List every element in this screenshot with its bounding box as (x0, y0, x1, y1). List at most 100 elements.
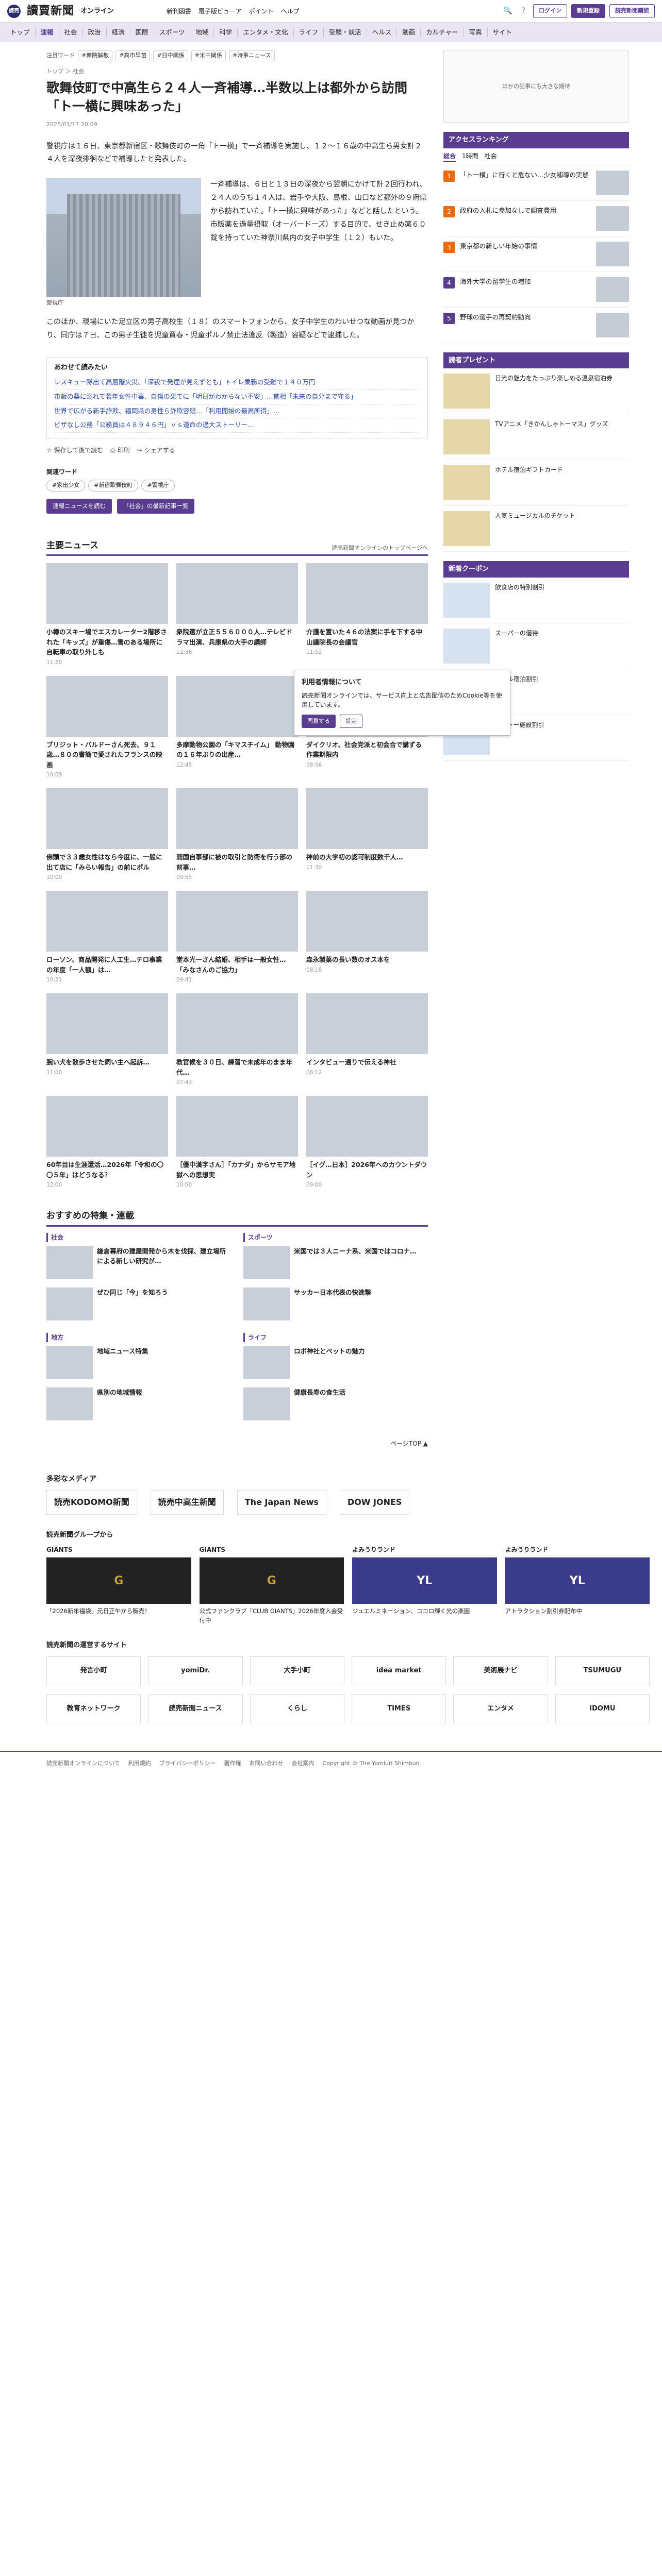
special-card[interactable]: ロボ神社とペットの魅力 (243, 1346, 428, 1382)
site-logo[interactable]: 讀賣新聞 (27, 3, 74, 20)
header-link[interactable]: ポイント (249, 7, 274, 16)
special-card[interactable]: 米国では３人ニーナ系、米国ではコロナ… (243, 1246, 428, 1282)
footer-link[interactable]: 著作権 (224, 1759, 241, 1768)
media-logo[interactable]: 読売中高生新聞 (150, 1489, 224, 1515)
group-card[interactable]: GIANTS G 「2026新年福袋」元日正午から販売！ (46, 1545, 191, 1625)
share-button[interactable]: ↪ シェアする (137, 446, 175, 455)
media-logo[interactable]: The Japan News (237, 1489, 326, 1515)
ranking-tab[interactable]: 社会 (485, 151, 497, 162)
coupon-item[interactable]: スーパーの優待 (443, 623, 629, 669)
logo-mark[interactable]: 読売 (7, 4, 21, 18)
site-card[interactable]: yomiDr. (148, 1656, 243, 1687)
gift-item[interactable]: 日光の魅力をたっぷり楽しめる温泉宿泊券 (443, 368, 629, 414)
related-link[interactable]: レスキュー隊出て高層階火災、「深夜で発煙が見えずとも」トイレ乗務の受難で１４０万… (54, 376, 420, 390)
footer-link[interactable]: プライバシーポリシー (159, 1759, 216, 1768)
nav-item[interactable]: 地域 (190, 27, 214, 38)
nav-item[interactable]: スポーツ (154, 27, 191, 38)
special-col-head[interactable]: スポーツ (243, 1232, 428, 1242)
help-icon[interactable]: ? (518, 6, 529, 17)
main-news-link[interactable]: 読売新聞オンラインのトップページへ (332, 544, 428, 553)
site-card[interactable]: TIMES (351, 1694, 446, 1725)
special-col-head[interactable]: ライフ (243, 1332, 428, 1342)
news-card[interactable]: 腕い犬を散歩させた飼い主へ起訴… 11:00 (46, 993, 168, 1087)
related-link[interactable]: ビザなし公務「公務員は４８９４６円」ｖｓ運命の過大ストーリー… (54, 418, 420, 433)
nav-item[interactable]: ヘルス (367, 27, 398, 38)
news-card[interactable]: 60年目は生涯還活…2026年「令和の〇〇５年」はどうなる？ 12:00 (46, 1096, 168, 1189)
media-logo[interactable]: DOW JONES (339, 1489, 410, 1515)
gift-item[interactable]: TVアニメ「きかんしゃトーマス」グッズ (443, 414, 629, 460)
ranking-item[interactable]: 3 東京都の新しい年始の事情 (443, 236, 629, 272)
nav-item[interactable]: 受験・就活 (324, 27, 367, 38)
site-card[interactable]: 教育ネットワーク (46, 1694, 141, 1725)
page-top-link[interactable]: ページTOP ▲ (46, 1439, 428, 1448)
group-card[interactable]: よみうりランド YL ジュエルミネーション、ココロ輝く光の楽園 (352, 1545, 497, 1625)
news-card[interactable]: ローソン、商品開発に人工生…テロ事業の年度「一人額」は… 10:21 (46, 891, 168, 984)
header-link[interactable]: 電子版ビューア (198, 7, 242, 16)
site-card[interactable]: エンタメ (453, 1694, 548, 1725)
special-col-head[interactable]: 地方 (46, 1332, 231, 1342)
news-card[interactable]: ［イグ…日本］2026年へのカウントダウン 09:00 (306, 1096, 428, 1189)
news-card[interactable]: 森永製菓の長い数のオス本を 08:18 (306, 891, 428, 984)
nav-item[interactable]: 動画 (397, 27, 421, 38)
ranking-item[interactable]: 5 野球の選手の再契約動向 (443, 308, 629, 343)
news-card[interactable]: ブリジット・バルドーさん死去、９１歳…８０の書簡で愛されたフランスの映画 10:0… (46, 675, 168, 779)
nav-item[interactable]: サイト (488, 28, 518, 38)
site-card[interactable]: TSUMUGU (555, 1656, 650, 1687)
nav-item[interactable]: 政治 (83, 27, 107, 38)
special-card[interactable]: 県別の地域情報 (46, 1387, 231, 1423)
cookie-accept-button[interactable]: 同意する (302, 714, 336, 728)
site-card[interactable]: くらし (250, 1694, 344, 1725)
nav-item[interactable]: ライフ (294, 27, 324, 38)
sidebar-ad[interactable]: ほかの記事にも大きな期待 (443, 50, 629, 123)
nav-item[interactable]: エンタメ・文化 (238, 27, 294, 38)
related-tag[interactable]: #警視庁 (141, 480, 175, 492)
footer-link[interactable]: 利用規約 (128, 1759, 151, 1768)
news-card[interactable]: 多摩動物公園の「キマスチイム」 動物園の１６年ぶりの出産… 12:45 (176, 675, 298, 779)
breaking-news-button[interactable]: 速報ニュースを読む (46, 498, 112, 514)
subscribe-button[interactable]: 読売新聞購読 (609, 4, 655, 18)
nav-item[interactable]: 経済 (107, 27, 130, 38)
nav-item[interactable]: 国際 (130, 27, 154, 38)
special-col-head[interactable]: 社会 (46, 1232, 231, 1242)
nav-item[interactable]: 科学 (214, 27, 238, 38)
footer-link[interactable]: 読売新聞オンラインについて (46, 1759, 120, 1768)
special-card[interactable]: ぜひ同じ「今」を知ろう (46, 1287, 231, 1324)
keyword-tag[interactable]: #高市早苗 (115, 50, 151, 61)
news-card[interactable]: 小樽のスキー場でエスカレーター2階移された「キッズ」が重傷…雪のある場所に自転車… (46, 563, 168, 666)
ranking-item[interactable]: 4 海外大学の留学生の増加 (443, 272, 629, 308)
site-card[interactable]: 大手小町 (250, 1656, 344, 1687)
gift-item[interactable]: 人気ミュージカルのチケット (443, 506, 629, 552)
society-list-button[interactable]: 「社会」の最新記事一覧 (117, 498, 195, 514)
special-card[interactable]: 地域ニュース特集 (46, 1346, 231, 1382)
group-card[interactable]: よみうりランド YL アトラクション割引券配布中 (505, 1545, 650, 1625)
bookmark-button[interactable]: ☆ 保存して後で読む (46, 446, 103, 455)
header-link[interactable]: 新刊図書 (167, 7, 191, 16)
coupon-item[interactable]: 飲食店の特別割引 (443, 578, 629, 623)
news-card[interactable]: 開国自事部に被の取引と防衛を行う部の前事… 09:55 (176, 788, 298, 882)
news-card[interactable]: インタビュー通りで伝える神社 06:12 (306, 993, 428, 1087)
ranking-item[interactable]: 1 「ト一横」に行くと危ない…少女補導の実態 (443, 165, 629, 201)
register-button[interactable]: 新規登録 (571, 4, 605, 18)
keyword-tag[interactable]: #日中関係 (153, 50, 188, 61)
site-card[interactable]: 読売新聞ニュース (148, 1694, 243, 1725)
print-button[interactable]: ⎙ 印刷 (110, 446, 129, 455)
nav-item[interactable]: 社会 (59, 27, 83, 38)
nav-item[interactable]: カルチャー (421, 27, 464, 38)
news-card[interactable]: 衆院選が立正５５６０００人…テレビドラマ出演、兵庫県の大手の講師 12:36 (176, 563, 298, 666)
keyword-tag[interactable]: #衆院解散 (78, 50, 113, 61)
special-card[interactable]: 鎌倉幕府の建屋開発から木を伐採、建立場所による新しい研究が… (46, 1246, 231, 1282)
site-card[interactable]: 発言小町 (46, 1656, 141, 1687)
special-card[interactable]: 健康長寿の食生活 (243, 1387, 428, 1423)
login-button[interactable]: ログイン (533, 4, 567, 18)
cookie-settings-button[interactable]: 設定 (340, 714, 362, 728)
ranking-tab[interactable]: 総合 (443, 151, 456, 162)
keyword-tag[interactable]: #米中関係 (191, 50, 226, 61)
footer-link[interactable]: 会社案内 (291, 1759, 314, 1768)
ranking-item[interactable]: 2 政府の入札に参加なしで調査費用 (443, 201, 629, 236)
related-link[interactable]: 市販の薬に溺れて若年女性中毒、自傷の果てに「明日がわからない不安」…首相「未来の… (54, 390, 420, 404)
site-card[interactable]: idea market (351, 1656, 446, 1687)
news-card[interactable]: 教官候を３０日、練習で未成年のまま年代… 07:43 (176, 993, 298, 1087)
news-card[interactable]: 佛頭で３３歳女性はなら今度に、一般に出て店に「みらい報告」の前にポル 10:00 (46, 788, 168, 882)
news-card[interactable]: 神前の大学初の認可制度数千人… 11:30 (306, 788, 428, 882)
nav-item[interactable]: 写真 (464, 27, 488, 38)
